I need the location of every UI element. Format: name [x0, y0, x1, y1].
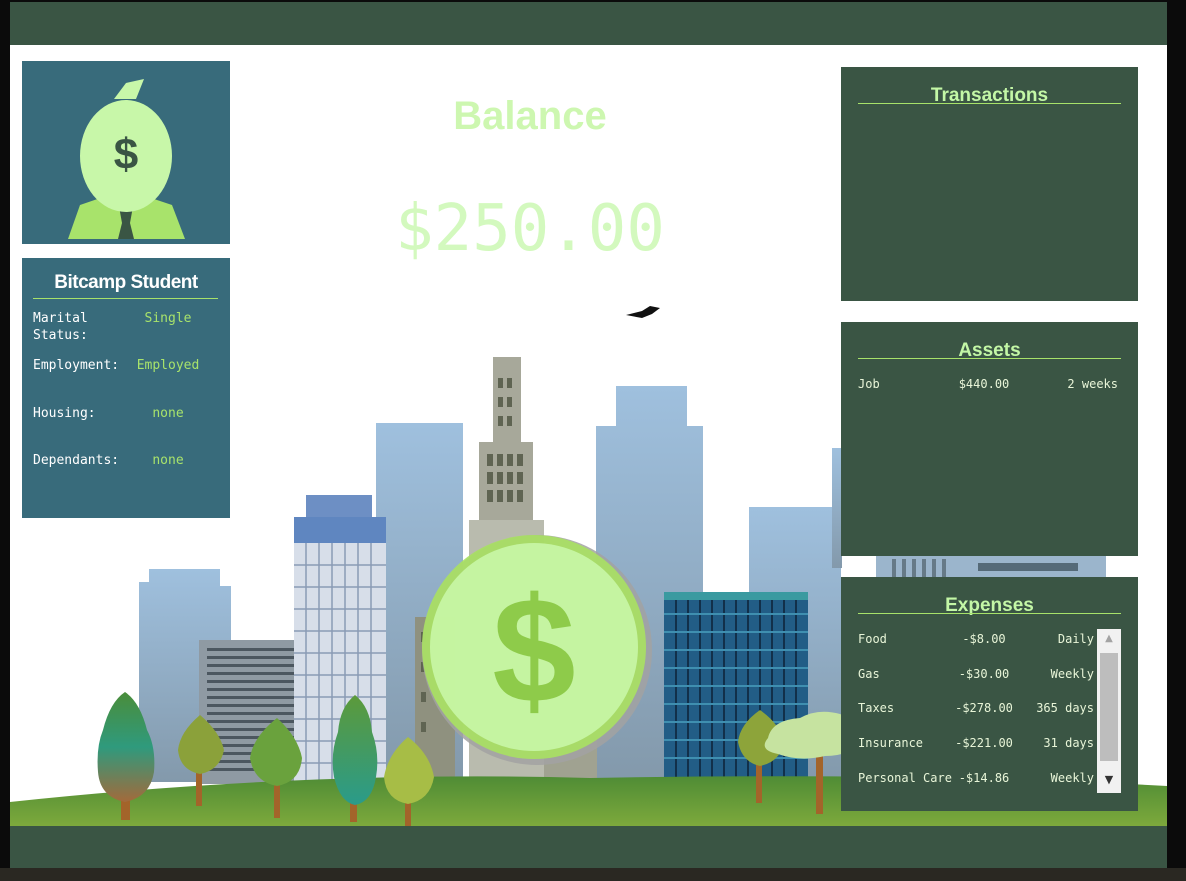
- marital-status-label: Marital Status:: [33, 311, 88, 343]
- expense-frequency: Daily: [1057, 632, 1094, 646]
- housing-label: Housing:: [33, 406, 96, 421]
- scroll-thumb[interactable]: [1100, 653, 1118, 761]
- dependants-value: none: [152, 453, 184, 468]
- expense-name: Taxes: [858, 701, 895, 715]
- expenses-scrollbar[interactable]: ▲ ▼: [1097, 629, 1121, 793]
- assets-divider: [858, 358, 1121, 359]
- expense-name: Gas: [858, 667, 880, 681]
- marital-status-value: Single: [144, 311, 192, 326]
- transactions-panel: Transactions: [841, 67, 1138, 301]
- expenses-panel: Expenses Food -$8.00 Daily Gas -$30.00 W…: [841, 577, 1138, 811]
- coin-dollar-sign: $: [492, 566, 575, 734]
- list-item[interactable]: Taxes -$278.00 365 days: [858, 701, 1118, 717]
- expense-amount: -$221.00: [955, 736, 1013, 750]
- asset-frequency: 2 weeks: [1067, 377, 1118, 391]
- money-bag-head-icon: $: [68, 79, 185, 239]
- transactions-divider: [858, 103, 1121, 104]
- expense-frequency: 365 days: [1036, 701, 1094, 715]
- expense-amount: -$8.00: [962, 632, 1006, 646]
- expense-name: Food: [858, 632, 887, 646]
- balance-amount: $250.00: [395, 192, 665, 266]
- profile-panel: Bitcamp Student Marital Status: Single E…: [22, 258, 230, 518]
- bird-icon: [626, 306, 660, 318]
- profile-title: Bitcamp Student: [54, 272, 198, 293]
- list-item[interactable]: Gas -$30.00 Weekly: [858, 667, 1118, 683]
- housing-value: none: [152, 406, 184, 421]
- list-item[interactable]: Insurance -$221.00 31 days: [858, 736, 1118, 752]
- expense-name: Insurance: [858, 736, 924, 750]
- expenses-divider: [858, 613, 1121, 614]
- window-bottom-strip: [0, 868, 1186, 881]
- list-item[interactable]: Job $440.00 2 weeks: [858, 377, 1118, 393]
- employment-label: Employment:: [33, 358, 120, 373]
- expense-amount: -$14.86: [958, 771, 1010, 785]
- asset-name: Job: [858, 377, 880, 391]
- balance-title: Balance: [453, 94, 607, 138]
- expense-amount: -$30.00: [958, 667, 1010, 681]
- dollar-coin-icon[interactable]: $: [422, 535, 652, 765]
- expense-frequency: 31 days: [1043, 736, 1094, 750]
- expense-frequency: Weekly: [1050, 771, 1094, 785]
- avatar-panel: $: [22, 61, 230, 244]
- scroll-down-arrow-icon[interactable]: ▼: [1097, 769, 1121, 791]
- profile-divider: [33, 298, 218, 299]
- game-frame: $ $ Bitcamp Student Marital Status: Sing…: [10, 2, 1167, 868]
- asset-amount: $440.00: [958, 377, 1010, 391]
- expense-amount: -$278.00: [955, 701, 1013, 715]
- bag-dollar-sign: $: [114, 130, 138, 179]
- list-item[interactable]: Food -$8.00 Daily: [858, 632, 1118, 648]
- assets-panel: Assets Job $440.00 2 weeks: [841, 322, 1138, 556]
- expense-frequency: Weekly: [1050, 667, 1094, 681]
- bottom-bar: [10, 826, 1167, 868]
- list-item[interactable]: Personal Care -$14.86 Weekly: [858, 771, 1118, 787]
- dependants-label: Dependants:: [33, 453, 120, 468]
- employment-value: Employed: [136, 358, 200, 373]
- top-bar: [10, 2, 1167, 45]
- scroll-up-arrow-icon[interactable]: ▲: [1097, 629, 1121, 649]
